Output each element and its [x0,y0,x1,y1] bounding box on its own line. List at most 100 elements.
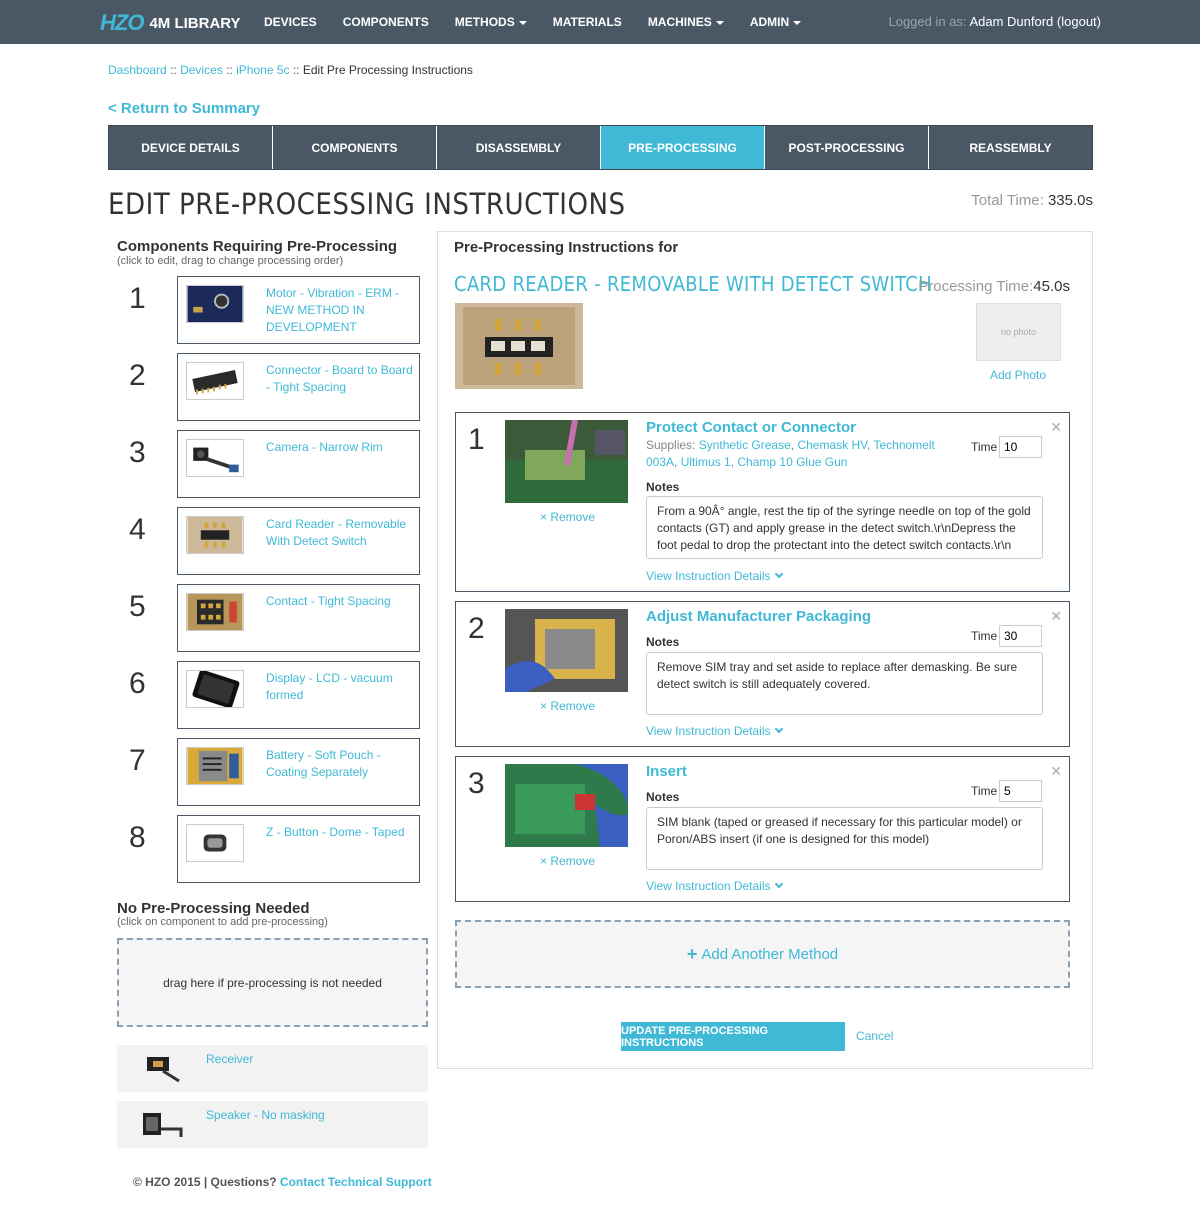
logout-link[interactable]: (logout) [1057,14,1101,29]
tab-disassembly[interactable]: DISASSEMBLY [437,126,601,169]
supply-link[interactable]: Ultimus 1 [681,455,731,469]
component-label[interactable]: Card Reader - Removable With Detect Swit… [266,516,416,550]
tab-reassembly[interactable]: REASSEMBLY [929,126,1092,169]
close-icon[interactable]: ✕ [1050,763,1062,780]
no-pre-item[interactable]: Speaker - No masking [117,1101,428,1148]
tab-device-details[interactable]: DEVICE DETAILS [109,126,273,169]
component-row[interactable]: 7 Battery - Soft Pouch - Coating Separat… [117,738,420,806]
component-row[interactable]: 1 Motor - Vibration - ERM - NEW METHOD I… [117,276,420,344]
add-photo-link[interactable]: Add Photo [990,368,1046,382]
nav-admin[interactable]: ADMIN [750,15,802,29]
notes-textarea[interactable]: From a 90Â° angle, rest the tip of the s… [646,496,1043,559]
component-card[interactable]: Battery - Soft Pouch - Coating Separatel… [177,738,420,806]
step-photo[interactable] [505,609,628,692]
return-to-summary-link[interactable]: < Return to Summary [108,100,260,117]
no-pre-processing-dropzone[interactable]: drag here if pre-processing is not neede… [117,938,428,1027]
tab-components[interactable]: COMPONENTS [273,126,437,169]
step-number: 3 [468,767,485,800]
time-input[interactable] [999,436,1042,458]
chevron-down-icon [774,569,783,579]
supply-link[interactable]: Champ 10 Glue Gun [737,455,847,469]
contact-thumb [186,593,244,631]
step-photo[interactable] [505,764,628,847]
component-number: 3 [129,436,146,469]
component-row[interactable]: 5 Contact - Tight Spacing [117,584,420,652]
close-icon[interactable]: ✕ [1050,608,1062,625]
component-label[interactable]: Connector - Board to Board - Tight Spaci… [266,362,416,396]
caret-down-icon [518,20,527,25]
component-label[interactable]: Contact - Tight Spacing [266,593,416,610]
step-title[interactable]: Adjust Manufacturer Packaging [646,608,871,625]
component-label[interactable]: Display - LCD - vacuum formed [266,670,416,704]
chevron-down-icon [774,724,783,734]
nav-methods[interactable]: METHODS [455,15,527,29]
no-pre-processing-heading: No Pre-Processing Needed [117,900,310,917]
step-title[interactable]: Insert [646,763,687,780]
instructions-heading: Pre-Processing Instructions for [454,239,679,256]
component-label[interactable]: Z - Button - Dome - Taped [266,824,416,841]
tab-post-processing[interactable]: POST-PROCESSING [765,126,929,169]
component-row[interactable]: 2 Connector - Board to Board - Tight Spa… [117,353,420,421]
no-pre-item[interactable]: Receiver [117,1045,428,1092]
component-card[interactable]: Card Reader - Removable With Detect Swit… [177,507,420,575]
component-number: 5 [129,590,146,623]
component-label[interactable]: Motor - Vibration - ERM - NEW METHOD IN … [266,285,416,336]
contact-support-link[interactable]: Contact Technical Support [280,1175,432,1189]
nav-materials[interactable]: MATERIALS [553,15,622,29]
instruction-step: 3 × Remove Insert Time ✕ Notes SIM blank… [455,756,1070,902]
no-pre-item-label[interactable]: Receiver [206,1052,253,1066]
notes-textarea[interactable]: SIM blank (taped or greased if necessary… [646,807,1043,870]
component-card[interactable]: Contact - Tight Spacing [177,584,420,652]
time-input[interactable] [999,625,1042,647]
cancel-link[interactable]: Cancel [856,1029,893,1043]
supply-link[interactable]: Synthetic Grease [699,438,791,452]
close-icon[interactable]: ✕ [1050,419,1062,436]
nav-machines[interactable]: MACHINES [648,15,724,29]
step-photo[interactable] [505,420,628,503]
caret-down-icon [793,20,802,25]
component-title: CARD READER - REMOVABLE WITH DETECT SWIT… [454,272,932,296]
component-number: 7 [129,744,146,777]
component-card[interactable]: Motor - Vibration - ERM - NEW METHOD IN … [177,276,420,344]
component-label[interactable]: Battery - Soft Pouch - Coating Separatel… [266,747,416,781]
nav-components[interactable]: COMPONENTS [343,15,429,29]
component-card[interactable]: Camera - Narrow Rim [177,430,420,498]
update-instructions-button[interactable]: UPDATE PRE-PROCESSING INSTRUCTIONS [621,1022,845,1051]
component-number: 4 [129,513,146,546]
top-navbar: HZO 4M LIBRARY DEVICES COMPONENTS METHOD… [0,0,1200,44]
footer: © HZO 2015 | Questions? Contact Technica… [133,1175,432,1189]
component-row[interactable]: 6 Display - LCD - vacuum formed [117,661,420,729]
remove-step-link[interactable]: × Remove [540,854,595,868]
component-row[interactable]: 3 Camera - Narrow Rim [117,430,420,498]
display-thumb [186,670,244,708]
component-label[interactable]: Camera - Narrow Rim [266,439,416,456]
tab-pre-processing[interactable]: PRE-PROCESSING [601,126,765,169]
add-another-method-button[interactable]: + Add Another Method [455,920,1070,988]
camera-thumb [186,439,244,477]
component-row[interactable]: 8 Z - Button - Dome - Taped [117,815,420,883]
step-title[interactable]: Protect Contact or Connector [646,419,856,436]
user-link[interactable]: Adam Dunford [969,14,1053,29]
remove-step-link[interactable]: × Remove [540,510,595,524]
view-instruction-details-link[interactable]: View Instruction Details [646,879,783,893]
remove-step-link[interactable]: × Remove [540,699,595,713]
notes-textarea[interactable]: Remove SIM tray and set aside to replace… [646,652,1043,715]
no-pre-processing-hint: (click on component to add pre-processin… [117,916,328,928]
breadcrumb-device[interactable]: iPhone 5c [236,63,289,77]
view-instruction-details-link[interactable]: View Instruction Details [646,724,783,738]
notes-label: Notes [646,790,680,804]
component-card[interactable]: Z - Button - Dome - Taped [177,815,420,883]
time-input[interactable] [999,780,1042,802]
no-pre-item-label[interactable]: Speaker - No masking [206,1108,325,1122]
view-instruction-details-link[interactable]: View Instruction Details [646,569,783,583]
component-row[interactable]: 4 Card Reader - Removable With Detect Sw… [117,507,420,575]
components-requiring-hint: (click to edit, drag to change processin… [117,255,344,267]
logo[interactable]: HZO 4M LIBRARY [100,10,241,36]
supply-link[interactable]: Chemask HV [797,438,867,452]
instruction-step: 2 × Remove Adjust Manufacturer Packaging… [455,601,1070,747]
component-card[interactable]: Connector - Board to Board - Tight Spaci… [177,353,420,421]
nav-devices[interactable]: DEVICES [264,15,317,29]
breadcrumb-devices[interactable]: Devices [180,63,223,77]
breadcrumb-dashboard[interactable]: Dashboard [108,63,167,77]
component-card[interactable]: Display - LCD - vacuum formed [177,661,420,729]
